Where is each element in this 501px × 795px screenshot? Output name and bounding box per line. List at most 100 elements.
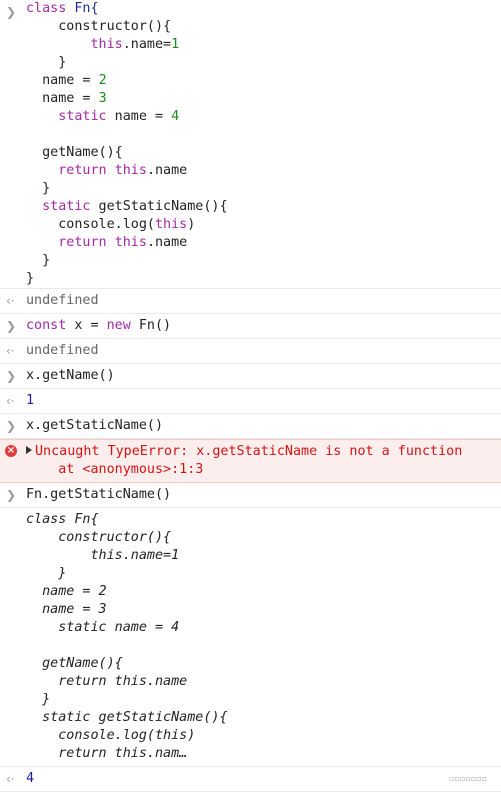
expand-triangle-icon[interactable] — [26, 446, 32, 454]
code-token: 4 — [26, 771, 35, 786]
code-line: } — [26, 180, 501, 198]
code-token: ) — [187, 217, 196, 232]
console-input-entry: ❯ const x = new Fn() — [0, 314, 501, 339]
return-arrow-icon: ‹· — [6, 394, 15, 408]
code-line: x.getStaticName() — [26, 417, 501, 435]
code-token: 3 — [98, 91, 107, 106]
console-log-entry: class Fn{ constructor(){ this.name=1 } n… — [0, 508, 501, 767]
code-token: } — [26, 55, 67, 70]
code-line: getName(){ — [26, 655, 501, 673]
code-token: return — [58, 235, 107, 250]
code-token: 1 — [26, 393, 35, 408]
code-line: return this.name — [26, 162, 501, 180]
code-token: constructor(){ — [26, 530, 172, 545]
code-token: undefined — [26, 293, 99, 308]
code-token: Fn{ — [74, 1, 99, 16]
code-token: constructor(){ — [26, 19, 172, 34]
code-token: static — [58, 109, 107, 124]
chevron-right-icon: ❯ — [6, 488, 17, 502]
code-token: const — [26, 318, 67, 333]
code-line: const x = new Fn() — [26, 317, 501, 335]
error-stack-trace[interactable]: at <anonymous>:1:3 — [26, 461, 501, 479]
console-input-entry: ❯ x.getName() — [0, 364, 501, 389]
code-token: } — [26, 566, 67, 581]
code-token: static name = 4 — [26, 620, 180, 635]
code-token: this.name=1 — [26, 548, 180, 563]
code-token: new — [106, 318, 131, 333]
code-line: 4 — [26, 770, 501, 788]
code-line: constructor(){ — [26, 529, 501, 547]
code-token: static — [42, 199, 91, 214]
code-token: this — [114, 235, 147, 250]
code-token: name = 3 — [26, 602, 107, 617]
code-line: return this.name — [26, 234, 501, 252]
console-result-entry: ‹· undefined — [0, 339, 501, 364]
code-line: class Fn{ — [26, 511, 501, 529]
return-arrow-icon: ‹· — [6, 772, 15, 786]
error-text: Uncaught TypeError: x.getStaticName is n… — [35, 444, 463, 459]
code-token: class — [26, 1, 75, 16]
code-token: undefined — [26, 343, 99, 358]
code-token: name = — [26, 91, 99, 106]
code-line: Fn.getStaticName() — [26, 486, 501, 504]
watermark: ▫▫▫▫▫▫▫ — [449, 774, 487, 783]
code-token: Fn() — [130, 318, 172, 333]
code-line: this.name=1 — [26, 36, 501, 54]
code-token: class Fn{ — [26, 512, 99, 527]
code-token: name = — [106, 109, 172, 124]
code-line: } — [26, 252, 501, 270]
chevron-right-icon: ❯ — [6, 5, 17, 19]
code-token: name = 2 — [26, 584, 107, 599]
code-token: this — [155, 217, 188, 232]
code-token: .name — [146, 163, 188, 178]
console-panel: ❯ class Fn{ constructor(){ this.name=1 } … — [0, 0, 501, 792]
chevron-right-icon: ❯ — [6, 319, 17, 333]
code-token: return — [58, 163, 107, 178]
code-token: console.log( — [26, 217, 155, 232]
return-arrow-icon: ‹· — [6, 344, 15, 358]
code-line: return this.nam… — [26, 745, 501, 763]
code-line: } — [26, 54, 501, 72]
code-line: 1 — [26, 392, 501, 410]
code-line: name = 3 — [26, 601, 501, 619]
code-token: 4 — [171, 109, 180, 124]
code-line: static name = 4 — [26, 619, 501, 637]
code-line: } — [26, 691, 501, 709]
code-token: this — [114, 163, 147, 178]
code-token: x.getName() — [26, 368, 115, 383]
code-line: getName(){ — [26, 144, 501, 162]
code-token: return this.nam… — [26, 746, 188, 761]
code-line: constructor(){ — [26, 18, 501, 36]
code-line: name = 3 — [26, 90, 501, 108]
code-token: } — [26, 181, 51, 196]
code-token: this — [90, 37, 123, 52]
console-input-entry: ❯ Fn.getStaticName() — [0, 483, 501, 508]
code-token: x.getStaticName() — [26, 418, 164, 433]
error-circle-icon: × — [5, 445, 17, 457]
console-input-entry: ❯ class Fn{ constructor(){ this.name=1 } … — [0, 0, 501, 289]
return-arrow-icon: ‹· — [6, 294, 15, 308]
code-token: getName(){ — [26, 145, 123, 160]
code-line: static getStaticName(){ — [26, 709, 501, 727]
code-line: static getStaticName(){ — [26, 198, 501, 216]
code-token: 2 — [98, 73, 107, 88]
code-line: console.log(this) — [26, 216, 501, 234]
code-line: undefined — [26, 342, 501, 360]
code-token: return this.name — [26, 674, 188, 689]
code-token: } — [26, 692, 51, 707]
code-line: static name = 4 — [26, 108, 501, 126]
code-line: return this.name — [26, 673, 501, 691]
code-token: name = — [26, 73, 99, 88]
console-result-entry: ‹· 1 — [0, 389, 501, 414]
code-token: getName(){ — [26, 656, 123, 671]
code-line: undefined — [26, 292, 501, 310]
code-line: this.name=1 — [26, 547, 501, 565]
code-token: } — [26, 253, 51, 268]
code-line: } — [26, 270, 501, 288]
